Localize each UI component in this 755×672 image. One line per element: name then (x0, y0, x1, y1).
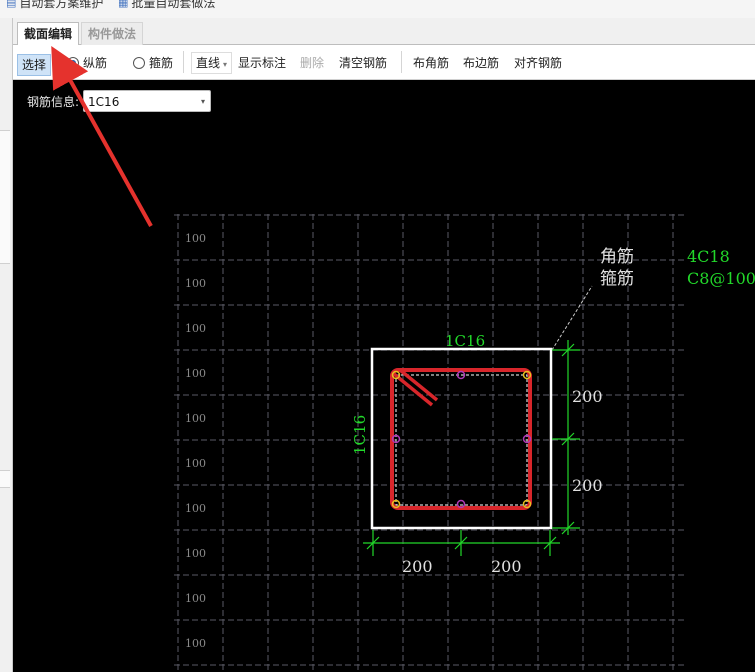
radio-unchecked-icon (133, 57, 145, 69)
left-panel-section (0, 470, 10, 488)
line-mode-label: 直线 (196, 56, 221, 70)
drawing-canvas[interactable]: 钢筋信息: 1C16 ▾ (13, 80, 755, 672)
tab-component-method[interactable]: 构件做法 (81, 22, 144, 45)
rebar-info-bar: 钢筋信息: 1C16 ▾ (27, 90, 212, 112)
stirrup-radio[interactable]: 箍筋 (133, 53, 173, 73)
left-side-panel (0, 18, 13, 672)
batch-auto-menu-item[interactable]: ▦ 批量自动套做法 (118, 0, 215, 11)
tab-bar: 截面编辑 构件做法 (13, 18, 755, 46)
edge-rebar-button[interactable]: 布边筋 (463, 53, 499, 73)
toolbar: 选择 纵筋 箍筋 直线 ▾ 显示标注 删除 清空钢筋 布角筋 布边筋 对齐钢筋 (13, 45, 755, 80)
delete-button[interactable]: 删除 (300, 53, 324, 73)
rebar-info-label: 钢筋信息: (27, 94, 80, 109)
rebar-info-combo[interactable]: 1C16 ▾ (83, 90, 212, 112)
align-rebar-button[interactable]: 对齐钢筋 (514, 53, 562, 73)
longitudinal-radio[interactable]: 纵筋 (67, 53, 107, 73)
line-mode-dropdown[interactable]: 直线 ▾ (191, 52, 233, 74)
document-icon: ▤ (6, 0, 17, 9)
auto-scheme-label: 自动套方案维护 (19, 0, 104, 10)
radio-checked-icon (67, 57, 79, 69)
rebar-info-value: 1C16 (88, 95, 120, 109)
batch-icon: ▦ (118, 0, 129, 9)
clear-rebar-button[interactable]: 清空钢筋 (339, 53, 387, 73)
show-dims-button[interactable]: 显示标注 (238, 53, 286, 73)
top-menu-bar: ▤ 自动套方案维护 ▦ 批量自动套做法 (0, 0, 755, 18)
longitudinal-label: 纵筋 (83, 56, 108, 70)
toolbar-divider (183, 51, 184, 73)
left-panel-section (0, 130, 10, 264)
toolbar-divider (401, 51, 402, 73)
chevron-down-icon: ▾ (223, 60, 228, 69)
corner-rebar-button[interactable]: 布角筋 (413, 53, 449, 73)
tab-section-edit[interactable]: 截面编辑 (17, 22, 80, 46)
auto-scheme-menu-item[interactable]: ▤ 自动套方案维护 (6, 0, 103, 11)
stirrup-label: 箍筋 (149, 56, 174, 70)
select-button[interactable]: 选择 (17, 54, 52, 76)
batch-auto-label: 批量自动套做法 (131, 0, 216, 10)
chevron-down-icon: ▾ (201, 97, 206, 106)
